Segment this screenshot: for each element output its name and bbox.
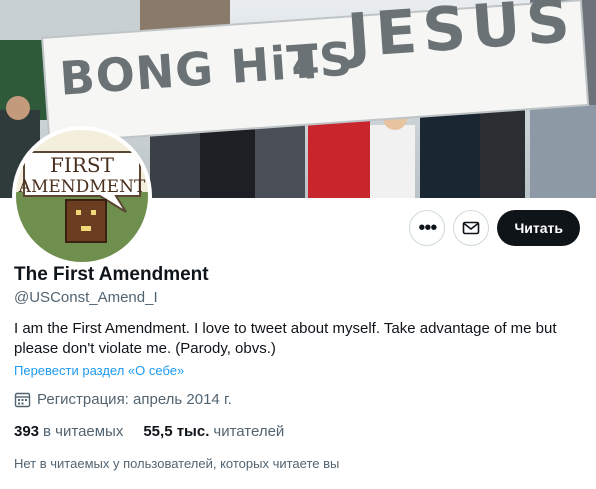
following-count: 393 <box>14 423 40 440</box>
avatar-title: FIRST AMENDMENT <box>16 154 148 198</box>
profile-handle: @USConst_Amend_I <box>14 289 158 306</box>
more-horizontal-icon: ••• <box>418 217 437 239</box>
avatar[interactable]: FIRST AMENDMENT <box>12 126 152 266</box>
more-button[interactable]: ••• <box>409 210 446 246</box>
profile-bio: I am the First Amendment. I love to twee… <box>14 320 557 357</box>
avatar-title-line1: FIRST <box>50 153 114 177</box>
calendar-icon <box>14 392 31 408</box>
follow-stats: 393 в читаемых 55,5 тыс. читателей <box>14 423 284 440</box>
followers-label: читателей <box>213 423 285 440</box>
avatar-title-line2: AMENDMENT <box>18 177 146 197</box>
joined-date: Регистрация: апрель 2014 г. <box>14 391 232 408</box>
following-link[interactable]: 393 в читаемых <box>14 423 123 440</box>
followers-link[interactable]: 55,5 тыс. читателей <box>143 423 284 440</box>
sign-text-jesus: JESUS <box>345 0 578 72</box>
follow-button[interactable]: Читать <box>497 210 580 246</box>
translate-bio-link[interactable]: Перевести раздел «О себе» <box>14 363 184 378</box>
followed-by-note: Нет в читаемых у пользователей, которых … <box>14 456 340 471</box>
sign-text-4: 4 <box>289 41 321 90</box>
message-button[interactable] <box>453 210 490 246</box>
profile-name: The First Amendment <box>14 264 209 285</box>
mail-icon <box>463 221 480 235</box>
following-label: в читаемых <box>43 423 124 440</box>
profile-actions: ••• Читать <box>409 210 580 246</box>
joined-text: Регистрация: апрель 2014 г. <box>37 391 232 408</box>
followers-count: 55,5 тыс. <box>143 423 210 440</box>
